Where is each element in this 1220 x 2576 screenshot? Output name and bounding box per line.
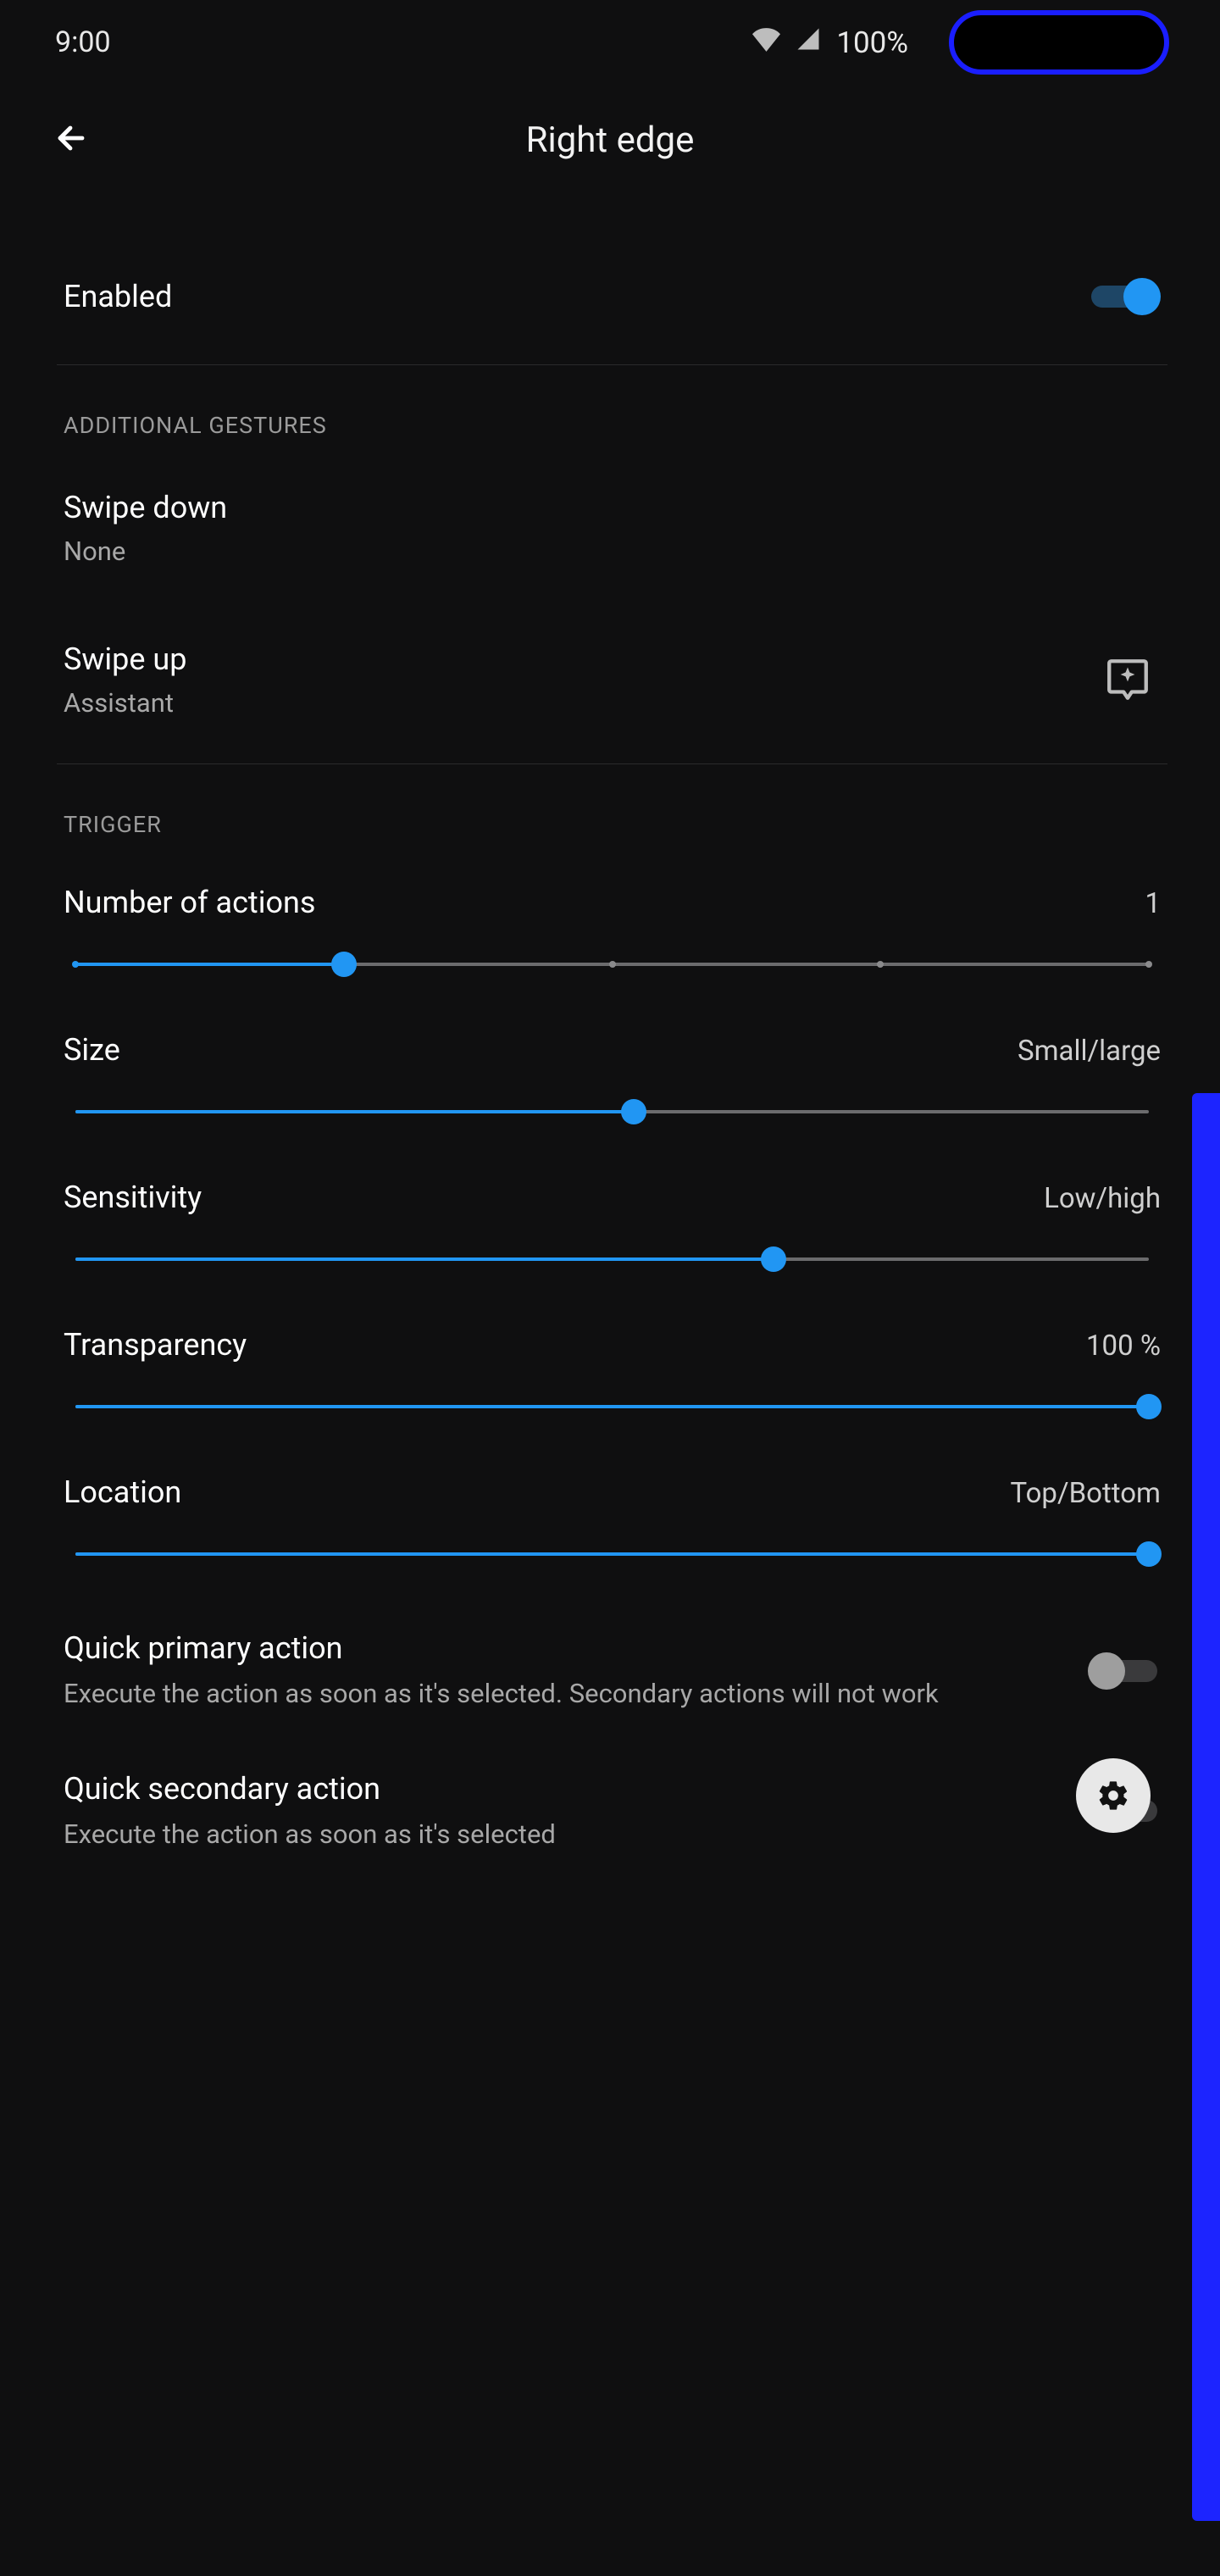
slider-transparency-track[interactable]	[75, 1405, 1149, 1408]
swipe-up-title: Swipe up	[64, 641, 186, 677]
back-icon[interactable]	[47, 118, 87, 162]
enabled-switch[interactable]	[1088, 277, 1161, 316]
enabled-label: Enabled	[64, 279, 172, 314]
cellular-icon	[796, 25, 821, 59]
divider	[57, 763, 1167, 764]
slider-sensitivity-title: Sensitivity	[64, 1180, 202, 1215]
swipe-up-setting[interactable]: Swipe up Assistant	[64, 599, 1161, 755]
slider-size[interactable]: Size Small/large	[64, 1007, 1161, 1154]
swipe-down-title: Swipe down	[64, 490, 227, 525]
status-time: 9:00	[55, 25, 111, 59]
battery-percent: 100%	[836, 25, 908, 60]
swipe-down-sub: None	[64, 534, 227, 569]
quick-secondary-title: Quick secondary action	[64, 1771, 1054, 1807]
slider-actions-title: Number of actions	[64, 885, 315, 920]
slider-sensitivity-track[interactable]	[75, 1257, 1149, 1261]
appbar: Right edge	[0, 85, 1220, 195]
section-trigger: Trigger	[64, 811, 1161, 838]
status-right: 100%	[752, 10, 1169, 75]
gear-icon[interactable]	[1076, 1758, 1151, 1833]
slider-actions-track[interactable]	[75, 963, 1149, 966]
page-title: Right edge	[0, 119, 1220, 161]
quick-secondary-action[interactable]: Quick secondary action Execute the actio…	[64, 1737, 1161, 1878]
right-edge-handle[interactable]	[1192, 1093, 1220, 2521]
enabled-row[interactable]: Enabled	[64, 237, 1161, 356]
statusbar: 9:00 100%	[0, 0, 1220, 85]
slider-location-track[interactable]	[75, 1552, 1149, 1556]
slider-transparency-value: 100 %	[1086, 1330, 1161, 1363]
slider-sensitivity[interactable]: Sensitivity Low/high	[64, 1154, 1161, 1302]
wifi-icon	[752, 25, 780, 60]
slider-sensitivity-value: Low/high	[1044, 1182, 1161, 1215]
slider-location-title: Location	[64, 1474, 181, 1510]
slider-actions-value: 1	[1145, 887, 1161, 920]
divider	[57, 364, 1167, 365]
quick-secondary-sub: Execute the action as soon as it's selec…	[64, 1817, 1054, 1852]
slider-number-of-actions[interactable]: Number of actions 1	[64, 859, 1161, 1007]
swipe-up-sub: Assistant	[64, 686, 186, 721]
slider-transparency[interactable]: Transparency 100 %	[64, 1302, 1161, 1449]
slider-location-value: Top/Bottom	[1011, 1477, 1161, 1510]
assistant-icon	[1103, 655, 1152, 708]
section-additional-gestures: Additional gestures	[64, 412, 1161, 439]
slider-location[interactable]: Location Top/Bottom	[64, 1449, 1161, 1596]
quick-primary-sub: Execute the action as soon as it's selec…	[64, 1676, 1054, 1712]
quick-primary-switch[interactable]	[1088, 1652, 1161, 1690]
slider-transparency-title: Transparency	[64, 1327, 247, 1363]
status-pill	[949, 10, 1169, 75]
slider-size-title: Size	[64, 1032, 120, 1068]
swipe-down-setting[interactable]: Swipe down None	[64, 460, 1161, 599]
quick-primary-action[interactable]: Quick primary action Execute the action …	[64, 1596, 1161, 1737]
slider-size-track[interactable]	[75, 1110, 1149, 1113]
slider-size-value: Small/large	[1018, 1035, 1161, 1068]
quick-primary-title: Quick primary action	[64, 1630, 1054, 1666]
